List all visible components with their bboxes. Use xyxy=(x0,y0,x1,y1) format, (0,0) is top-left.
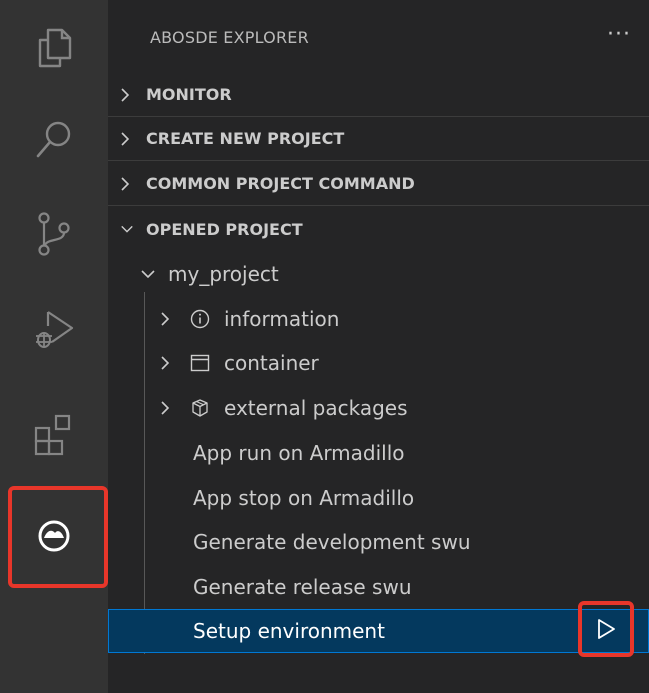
section-common-project-command[interactable]: COMMON PROJECT COMMAND xyxy=(108,162,649,206)
command-generate-development-swu-label: Generate development swu xyxy=(193,530,471,554)
section-create-new-project-label: CREATE NEW PROJECT xyxy=(146,129,345,148)
extensions-icon[interactable] xyxy=(0,386,108,482)
project-name: my_project xyxy=(168,262,279,286)
explorer-title: ABOSDE EXPLORER xyxy=(150,28,309,47)
run-command-button[interactable] xyxy=(578,601,634,657)
chevron-right-icon xyxy=(160,311,170,327)
search-icon[interactable] xyxy=(0,92,108,188)
section-opened-project[interactable]: OPENED PROJECT xyxy=(108,207,649,251)
activity-bar xyxy=(0,0,108,693)
abosde-highlight-box xyxy=(8,486,108,588)
tree-item-container-label: container xyxy=(224,351,319,375)
command-app-stop-label: App stop on Armadillo xyxy=(193,486,415,510)
chevron-down-icon xyxy=(140,269,156,279)
tree-item-container[interactable]: container xyxy=(108,341,649,385)
tree-item-information[interactable]: information xyxy=(108,297,649,341)
command-generate-development-swu[interactable]: Generate development swu xyxy=(108,520,649,564)
command-app-run-label: App run on Armadillo xyxy=(193,441,405,465)
tree-item-information-label: information xyxy=(224,307,340,331)
section-opened-project-label: OPENED PROJECT xyxy=(146,219,303,239)
command-generate-release-swu-label: Generate release swu xyxy=(193,575,412,599)
info-icon xyxy=(190,309,210,329)
command-generate-release-swu[interactable]: Generate release swu xyxy=(108,565,649,609)
command-app-stop[interactable]: App stop on Armadillo xyxy=(108,476,649,520)
command-setup-environment[interactable]: Setup environment xyxy=(108,609,649,653)
tree-item-external-packages[interactable]: external packages xyxy=(108,386,649,430)
command-app-run[interactable]: App run on Armadillo xyxy=(108,431,649,475)
more-actions-icon[interactable]: ··· xyxy=(607,22,631,47)
tree-item-external-packages-label: external packages xyxy=(224,396,408,420)
command-setup-environment-label: Setup environment xyxy=(193,619,385,643)
tree-item-my-project[interactable]: my_project xyxy=(108,252,649,296)
chevron-right-icon xyxy=(160,400,170,416)
chevron-right-icon xyxy=(160,355,170,371)
play-icon xyxy=(598,619,615,639)
section-common-project-command-label: COMMON PROJECT COMMAND xyxy=(146,174,415,193)
chevron-right-icon xyxy=(120,176,134,192)
run-debug-icon[interactable] xyxy=(0,280,108,376)
section-monitor[interactable]: MONITOR xyxy=(108,73,649,117)
section-create-new-project[interactable]: CREATE NEW PROJECT xyxy=(108,117,649,161)
package-icon xyxy=(190,398,210,418)
abosde-explorer-panel: ABOSDE EXPLORER ··· MONITOR CREATE NEW P… xyxy=(108,0,649,693)
chevron-right-icon xyxy=(120,131,134,147)
section-monitor-label: MONITOR xyxy=(146,85,232,104)
chevron-right-icon xyxy=(120,87,134,103)
source-control-icon[interactable] xyxy=(0,186,108,282)
chevron-down-icon xyxy=(120,224,134,234)
window-icon xyxy=(190,353,210,373)
files-icon[interactable] xyxy=(0,0,108,96)
